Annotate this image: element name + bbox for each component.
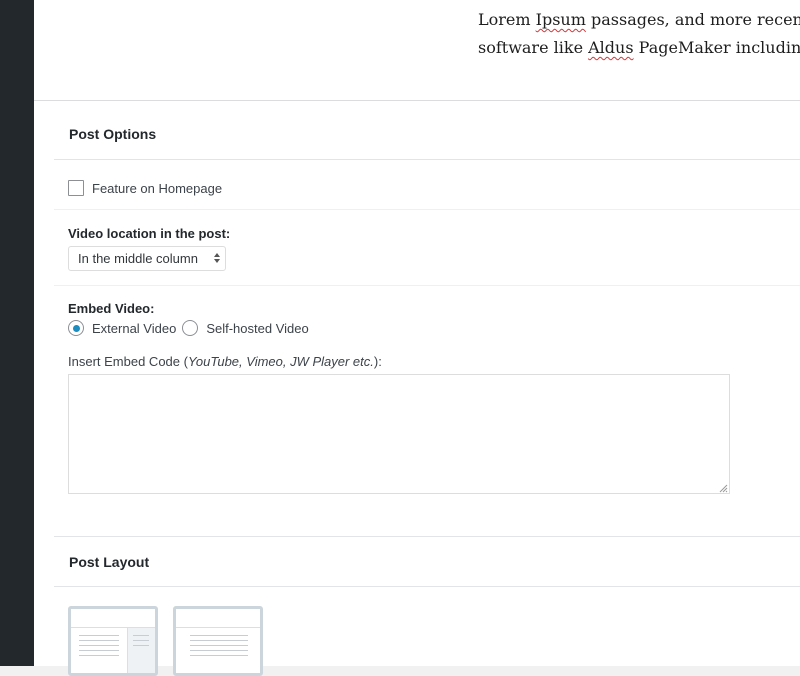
editor-word: Lorem <box>478 10 531 29</box>
post-options-title: Post Options <box>69 126 157 142</box>
video-location-selected-value: In the middle column <box>78 251 198 266</box>
layout-line <box>133 640 149 641</box>
layout-header-shape <box>176 609 260 628</box>
video-location-select[interactable]: In the middle column <box>68 246 226 271</box>
post-options-panel: Post Options Feature on Homepage Video l… <box>34 101 800 676</box>
layout-line <box>190 650 248 651</box>
divider <box>54 209 800 210</box>
misspelled-word[interactable]: Ipsum <box>536 10 586 29</box>
layout-line <box>133 635 149 636</box>
layout-line <box>79 645 119 646</box>
editor-line-2: software like Aldus PageMaker including … <box>478 34 800 62</box>
divider <box>54 285 800 286</box>
feature-homepage-row: Feature on Homepage <box>68 180 222 196</box>
editor-word: passages, and more recently <box>590 10 800 29</box>
embed-code-label-prefix: Insert Embed Code ( <box>68 354 188 369</box>
self-hosted-video-radio[interactable] <box>182 320 199 336</box>
post-layout-header[interactable]: Post Layout <box>54 537 800 587</box>
layout-line <box>79 640 119 641</box>
editor-word: software like <box>478 38 584 57</box>
select-arrows-icon <box>214 253 220 263</box>
layout-line <box>79 635 119 636</box>
layout-line <box>79 650 119 651</box>
editor-text[interactable]: Lorem Ipsum passages, and more recently … <box>478 6 800 62</box>
misspelled-word[interactable]: Aldus <box>588 38 633 57</box>
resize-handle-icon[interactable] <box>719 484 728 493</box>
external-video-radio[interactable] <box>68 320 84 336</box>
layout-line <box>79 655 119 656</box>
post-options-header[interactable]: Post Options <box>54 101 800 160</box>
embed-code-label-providers: YouTube, Vimeo, JW Player etc. <box>187 354 374 369</box>
layout-line <box>190 655 248 656</box>
feature-homepage-checkbox[interactable] <box>68 180 84 196</box>
layout-line <box>190 635 248 636</box>
external-video-label[interactable]: External Video <box>92 321 176 336</box>
video-location-label: Video location in the post: <box>68 226 231 241</box>
editor-word: PageMaker including v <box>638 38 800 57</box>
post-layout-title: Post Layout <box>69 554 150 570</box>
embed-video-radio-group: External Video Self-hosted Video <box>68 320 309 336</box>
post-content-editor[interactable]: Lorem Ipsum passages, and more recently … <box>34 0 800 101</box>
embed-video-label: Embed Video: <box>68 301 155 316</box>
embed-code-label: Insert Embed Code (YouTube, Vimeo, JW Pl… <box>68 354 382 369</box>
layout-line <box>190 640 248 641</box>
embed-code-label-suffix: ): <box>373 354 382 369</box>
self-hosted-video-label[interactable]: Self-hosted Video <box>206 321 308 336</box>
feature-homepage-label[interactable]: Feature on Homepage <box>92 181 222 196</box>
editor-line-1: Lorem Ipsum passages, and more recently <box>478 6 800 34</box>
admin-sidebar <box>0 0 34 666</box>
layout-header-shape <box>71 609 155 628</box>
embed-code-textarea[interactable] <box>68 374 730 494</box>
layout-line <box>190 645 248 646</box>
layout-line <box>133 645 149 646</box>
